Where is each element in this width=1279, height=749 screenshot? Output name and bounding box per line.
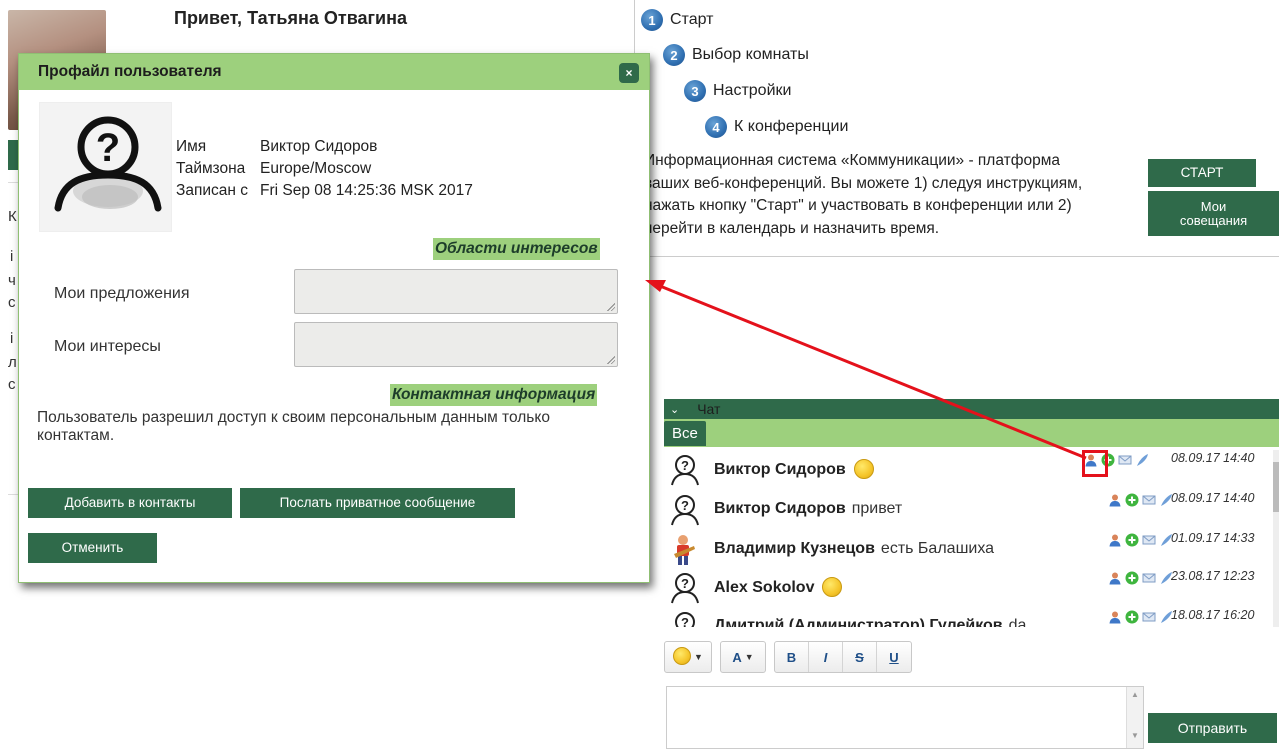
annotation-highlight-box [1082, 450, 1108, 477]
annotation-arrow [645, 280, 1087, 460]
